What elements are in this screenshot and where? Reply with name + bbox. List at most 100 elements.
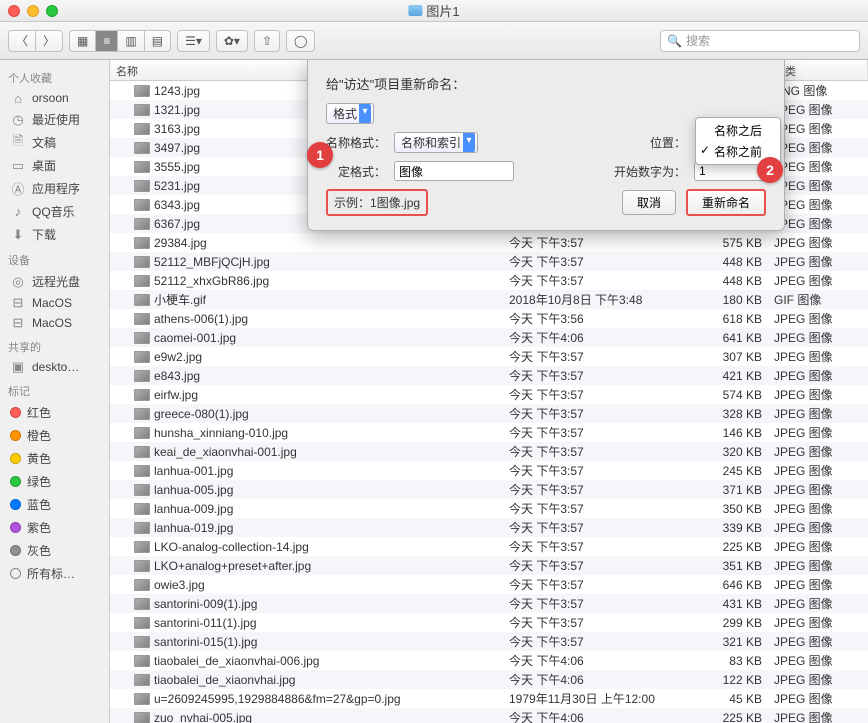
table-row[interactable]: 29384.jpg今天 下午3:57575 KBJPEG 图像 xyxy=(110,233,868,252)
thumbnail-icon xyxy=(134,199,150,211)
thumbnail-icon xyxy=(134,674,150,686)
icon-view-button[interactable]: ▦ xyxy=(69,30,95,52)
table-row[interactable]: lanhua-001.jpg今天 下午3:57245 KBJPEG 图像 xyxy=(110,461,868,480)
file-kind: JPEG 图像 xyxy=(768,557,868,574)
table-row[interactable]: e843.jpg今天 下午3:57421 KBJPEG 图像 xyxy=(110,366,868,385)
sidebar-item[interactable]: ⬇下载 xyxy=(0,223,109,246)
sidebar-item[interactable]: 绿色 xyxy=(0,470,109,493)
table-row[interactable]: greece-080(1).jpg今天 下午3:57328 KBJPEG 图像 xyxy=(110,404,868,423)
name-format-label: 名称格式： xyxy=(326,134,386,151)
sidebar-item[interactable]: 橙色 xyxy=(0,424,109,447)
table-row[interactable]: santorini-015(1).jpg今天 下午3:57321 KBJPEG … xyxy=(110,632,868,651)
table-row[interactable]: zuo_nvhai-005.jpg今天 下午4:06225 KBJPEG 图像 xyxy=(110,708,868,723)
back-button[interactable]: 〈 xyxy=(8,30,35,52)
sidebar-item[interactable]: ♪QQ音乐 xyxy=(0,200,109,223)
rename-button[interactable]: 重新命名 xyxy=(686,189,766,216)
callout-1: 1 xyxy=(307,142,333,168)
file-kind: JPEG 图像 xyxy=(768,614,868,631)
file-date: 1979年11月30日 上午12:00 xyxy=(503,690,698,707)
table-row[interactable]: hunsha_xinniang-010.jpg今天 下午3:57146 KBJP… xyxy=(110,423,868,442)
column-view-button[interactable]: ▥ xyxy=(117,30,143,52)
file-date: 今天 下午3:57 xyxy=(503,557,698,574)
file-kind: GIF 图像 xyxy=(768,291,868,308)
search-placeholder: 搜索 xyxy=(686,32,710,49)
name-format-select[interactable]: 名称和索引 xyxy=(394,132,478,153)
file-kind: JPEG 图像 xyxy=(768,538,868,555)
tag-icon xyxy=(10,476,21,487)
sidebar-item[interactable]: ◎远程光盘 xyxy=(0,270,109,293)
sidebar-label: 应用程序 xyxy=(32,180,80,197)
tags-button[interactable]: ◯ xyxy=(286,30,315,52)
table-row[interactable]: u=2609245995,1929884886&fm=27&gp=0.jpg19… xyxy=(110,689,868,708)
thumbnail-icon xyxy=(134,541,150,553)
table-row[interactable]: keai_de_xiaonvhai-001.jpg今天 下午3:57320 KB… xyxy=(110,442,868,461)
forward-button[interactable]: 〉 xyxy=(35,30,63,52)
sidebar-item[interactable]: 所有标… xyxy=(0,562,109,585)
zoom-icon[interactable] xyxy=(46,5,58,17)
sidebar-item[interactable]: 紫色 xyxy=(0,516,109,539)
sidebar-item[interactable]: 🗎文稿 xyxy=(0,131,109,154)
file-size: 371 KB xyxy=(698,483,768,497)
table-row[interactable]: 小梗车.gif2018年10月8日 下午3:48180 KBGIF 图像 xyxy=(110,290,868,309)
file-kind: JPEG 图像 xyxy=(768,481,868,498)
folder-icon xyxy=(408,5,422,16)
table-row[interactable]: caomei-001.jpg今天 下午4:06641 KBJPEG 图像 xyxy=(110,328,868,347)
sidebar-item[interactable]: ⊟MacOS xyxy=(0,313,109,333)
file-kind: JPEG 图像 xyxy=(768,329,868,346)
minimize-icon[interactable] xyxy=(27,5,39,17)
table-row[interactable]: tiaobalei_de_xiaonvhai-006.jpg今天 下午4:068… xyxy=(110,651,868,670)
table-row[interactable]: 52112_xhxGbR86.jpg今天 下午3:57448 KBJPEG 图像 xyxy=(110,271,868,290)
thumbnail-icon xyxy=(134,655,150,667)
file-size: 299 KB xyxy=(698,616,768,630)
table-row[interactable]: lanhua-005.jpg今天 下午3:57371 KBJPEG 图像 xyxy=(110,480,868,499)
sidebar-item[interactable]: ⌂orsoon xyxy=(0,88,109,108)
sidebar-item[interactable]: Ⓐ应用程序 xyxy=(0,177,109,200)
file-name: u=2609245995,1929884886&fm=27&gp=0.jpg xyxy=(110,692,503,706)
sidebar-item[interactable]: 红色 xyxy=(0,401,109,424)
table-row[interactable]: lanhua-009.jpg今天 下午3:57350 KBJPEG 图像 xyxy=(110,499,868,518)
action-button[interactable]: ✿▾ xyxy=(216,30,248,52)
window-title-text: 图片1 xyxy=(426,1,459,20)
devices-header: 设备 xyxy=(0,246,109,270)
table-row[interactable]: santorini-009(1).jpg今天 下午3:57431 KBJPEG … xyxy=(110,594,868,613)
custom-format-input[interactable] xyxy=(394,161,514,181)
gallery-view-button[interactable]: ▤ xyxy=(144,30,171,52)
tag-icon xyxy=(10,407,21,418)
file-name: lanhua-001.jpg xyxy=(110,464,503,478)
table-row[interactable]: 52112_MBFjQCjH.jpg今天 下午3:57448 KBJPEG 图像 xyxy=(110,252,868,271)
table-row[interactable]: LKO+analog+preset+after.jpg今天 下午3:57351 … xyxy=(110,556,868,575)
cancel-button[interactable]: 取消 xyxy=(622,190,676,215)
table-row[interactable]: LKO-analog-collection-14.jpg今天 下午3:57225… xyxy=(110,537,868,556)
sidebar-label: 下载 xyxy=(32,226,56,243)
tags-header: 标记 xyxy=(0,377,109,401)
sidebar-item[interactable]: ▣deskto… xyxy=(0,357,109,377)
sidebar-icon: ▭ xyxy=(10,159,26,173)
search-input[interactable]: 🔍 搜索 xyxy=(660,30,860,52)
position-after[interactable]: 名称之后 xyxy=(696,120,780,141)
arrange-button[interactable]: ☰▾ xyxy=(177,30,210,52)
nav-buttons: 〈 〉 xyxy=(8,30,63,52)
table-row[interactable]: tiaobalei_de_xiaonvhai.jpg今天 下午4:06122 K… xyxy=(110,670,868,689)
sidebar-label: MacOS xyxy=(32,316,72,330)
close-icon[interactable] xyxy=(8,5,20,17)
mode-select[interactable]: 格式 xyxy=(326,103,374,124)
sidebar-icon: ◎ xyxy=(10,275,26,289)
table-row[interactable]: lanhua-019.jpg今天 下午3:57339 KBJPEG 图像 xyxy=(110,518,868,537)
file-name: keai_de_xiaonvhai-001.jpg xyxy=(110,445,503,459)
file-name: 52112_MBFjQCjH.jpg xyxy=(110,255,503,269)
file-date: 今天 下午3:57 xyxy=(503,253,698,270)
sidebar-item[interactable]: ⊟MacOS xyxy=(0,293,109,313)
thumbnail-icon xyxy=(134,712,150,723)
table-row[interactable]: athens-006(1).jpg今天 下午3:56618 KBJPEG 图像 xyxy=(110,309,868,328)
sidebar-item[interactable]: 灰色 xyxy=(0,539,109,562)
table-row[interactable]: eirfw.jpg今天 下午3:57574 KBJPEG 图像 xyxy=(110,385,868,404)
sidebar-item[interactable]: ◷最近使用 xyxy=(0,108,109,131)
list-view-button[interactable]: ≡ xyxy=(95,30,117,52)
table-row[interactable]: santorini-011(1).jpg今天 下午3:57299 KBJPEG … xyxy=(110,613,868,632)
sidebar-item[interactable]: 蓝色 xyxy=(0,493,109,516)
share-button[interactable]: ⇧ xyxy=(254,30,280,52)
table-row[interactable]: e9w2.jpg今天 下午3:57307 KBJPEG 图像 xyxy=(110,347,868,366)
sidebar-item[interactable]: ▭桌面 xyxy=(0,154,109,177)
table-row[interactable]: owie3.jpg今天 下午3:57646 KBJPEG 图像 xyxy=(110,575,868,594)
sidebar-item[interactable]: 黄色 xyxy=(0,447,109,470)
